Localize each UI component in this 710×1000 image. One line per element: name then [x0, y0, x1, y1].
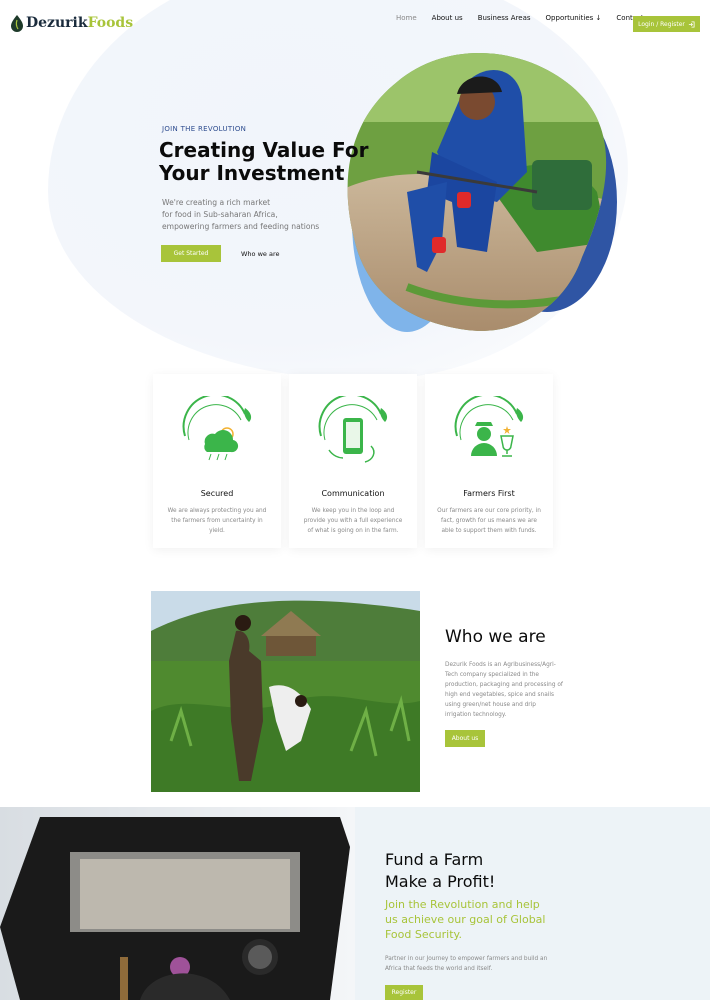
phone-icon — [318, 396, 388, 463]
nav-item-about[interactable]: About us — [432, 14, 463, 22]
feature-text: Our farmers are our core priority, in fa… — [437, 508, 541, 534]
get-started-button[interactable]: Get Started — [161, 245, 221, 262]
feature-card-communication[interactable]: Communication We keep you in the loop an… — [289, 374, 417, 548]
nav-item-opportunities[interactable]: Opportunities ↓ — [546, 14, 602, 22]
about-us-button[interactable]: About us — [445, 730, 485, 747]
main-menu: Home About us Business Areas Opportuniti… — [396, 14, 669, 22]
fund-title: Fund a Farm Make a Profit! — [385, 849, 585, 893]
farmer-trophy-icon — [454, 396, 524, 457]
brand-logo[interactable]: DezurikFoods — [10, 14, 133, 32]
hero-title: Creating Value For Your Investment — [159, 139, 379, 185]
hero-title-line2: Your Investment — [159, 161, 345, 185]
hero-farmer-image — [347, 53, 617, 332]
tractor-image — [0, 807, 355, 1000]
fund-text: Partner in our Journey to empower farmer… — [385, 956, 548, 972]
nav-item-home[interactable]: Home — [396, 14, 417, 22]
nav-item-business-areas[interactable]: Business Areas — [478, 14, 531, 22]
login-register-label: Login / Register — [638, 20, 685, 28]
feature-card-farmers-first[interactable]: Farmers First Our farmers are our core p… — [425, 374, 553, 548]
login-register-button[interactable]: Login / Register — [633, 16, 700, 32]
fund-title-line2: Make a Profit! — [385, 872, 496, 891]
feature-cards: Secured We are always protecting you and… — [153, 374, 553, 548]
feature-card-secured[interactable]: Secured We are always protecting you and… — [153, 374, 281, 548]
hero-kicker: JOIN THE REVOLUTION — [162, 125, 247, 133]
feature-title: Farmers First — [463, 489, 515, 498]
hero-desc-line2: for food in Sub-saharan Africa, — [162, 210, 278, 219]
feature-title: Communication — [321, 489, 385, 498]
fund-subtitle: Join the Revolution and help us achieve … — [385, 898, 546, 941]
who-we-are-image — [151, 591, 420, 792]
top-navigation: DezurikFoods Home About us Business Area… — [0, 0, 710, 50]
fund-title-line1: Fund a Farm — [385, 850, 484, 869]
hero-desc-line1: We're creating a rich market — [162, 198, 271, 207]
feature-text: We keep you in the loop and provide you … — [303, 508, 403, 534]
hero-title-line1: Creating Value For — [159, 138, 369, 162]
register-button[interactable]: Register — [385, 985, 423, 1000]
weather-shield-icon — [182, 396, 252, 461]
brand-name: DezurikFoods — [26, 15, 134, 31]
who-we-are-link[interactable]: Who we are — [241, 250, 279, 258]
feature-title: Secured — [200, 489, 234, 498]
hero-desc-line3: empowering farmers and feeding nations — [162, 222, 320, 231]
feature-text: We are always protecting you and the far… — [167, 508, 267, 534]
who-we-are-title: Who we are — [445, 627, 546, 647]
sign-in-icon — [688, 20, 695, 28]
who-we-are-text: Dezurik Foods is an Agribusiness/Agri-Te… — [445, 662, 563, 718]
leaf-drop-icon — [11, 15, 23, 32]
hero-description: We're creating a rich market for food in… — [162, 197, 342, 233]
